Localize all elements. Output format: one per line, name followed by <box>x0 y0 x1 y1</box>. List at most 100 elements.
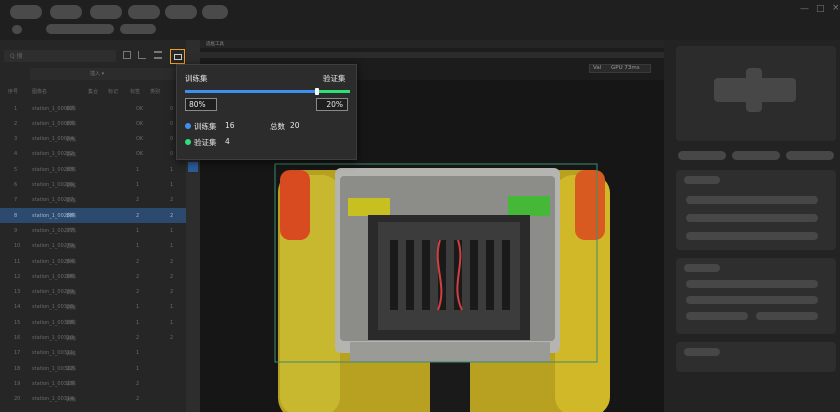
table-row[interactable]: 19 station_1_00313 训练 2 <box>0 376 186 391</box>
column-header: 序号 <box>8 89 19 95</box>
setting-row-placeholder[interactable] <box>686 312 748 320</box>
menu-placeholder[interactable] <box>50 5 82 19</box>
setting-row-placeholder[interactable] <box>686 296 818 304</box>
column-header: 标签 <box>130 89 141 95</box>
top-bar: — □ × <box>0 0 840 40</box>
table-row[interactable]: 10 station_1_00279 训练 1 1 <box>0 239 186 254</box>
table-cell-a: 1 <box>136 182 140 188</box>
table-row[interactable]: 16 station_1_00310 训练 2 2 <box>0 331 186 346</box>
table-cell-no: 16 <box>14 335 21 341</box>
table-cell-set: 训练 <box>66 151 77 158</box>
table-cell-no: 7 <box>14 197 18 204</box>
table-cell-set: 训练 <box>66 274 77 281</box>
table-cell-a: 2 <box>136 289 140 296</box>
close-icon[interactable]: × <box>832 3 840 13</box>
table-row[interactable]: 17 station_1_00311 训练 1 <box>0 346 186 361</box>
toolbar-placeholder[interactable] <box>12 25 22 34</box>
list-icon[interactable] <box>154 51 162 59</box>
setting-title-placeholder <box>684 348 720 356</box>
table-row[interactable]: 12 station_1_00286 训练 2 2 <box>0 269 186 284</box>
setting-row-placeholder[interactable] <box>756 312 818 320</box>
table-cell-set: 训练 <box>66 197 77 204</box>
maximize-icon[interactable]: □ <box>816 4 825 14</box>
table-cell-a: 1 <box>136 304 140 311</box>
table-cell-no: 8 <box>14 212 18 219</box>
canvas-toolbar-label: 选框工具 <box>206 42 224 47</box>
table-cell-b: 1 <box>170 166 174 173</box>
tool-button[interactable] <box>188 162 198 172</box>
menu-placeholder[interactable] <box>128 5 160 19</box>
table-cell-set: 训练 <box>66 121 77 128</box>
split-slider-handle[interactable] <box>315 88 319 95</box>
table-cell-a: 1 <box>136 243 140 250</box>
table-row[interactable]: 3 station_1_00084 训练 OK 0 <box>0 132 186 147</box>
table-cell-b: 1 <box>170 243 174 250</box>
total-label: 总数 <box>270 122 285 131</box>
tab-placeholder[interactable] <box>732 151 780 160</box>
table-cell-b: 0 <box>170 120 174 127</box>
table-row[interactable]: 18 station_1_00312 训练 1 <box>0 361 186 376</box>
table-cell-set: 训练 <box>66 259 77 265</box>
table-row[interactable]: 11 station_1_00284 训练 2 2 <box>0 254 186 269</box>
table-cell-b: 2 <box>170 289 174 296</box>
table-row[interactable]: 14 station_1_00306 训练 1 1 <box>0 300 186 315</box>
table-cell-a: 2 <box>136 197 140 204</box>
image-view-icon[interactable] <box>123 51 131 59</box>
table-cell-a: 2 <box>136 273 140 280</box>
setting-row-placeholder[interactable] <box>686 214 818 222</box>
table-row[interactable]: 6 station_1_00286 训练 1 1 <box>0 178 186 193</box>
column-header: 图像名 <box>32 89 48 95</box>
val-count: 4 <box>225 137 230 146</box>
train-legend-dot <box>185 123 191 129</box>
menu-placeholder[interactable] <box>10 5 42 19</box>
table-cell-no: 20 <box>14 396 21 403</box>
table-row[interactable]: 8 station_1_00288 训练 2 2 <box>0 208 186 224</box>
table-row[interactable]: 2 station_1_00083 训练 OK 0 <box>0 116 186 131</box>
table-cell-a: 2 <box>136 258 140 265</box>
setting-row-placeholder[interactable] <box>686 232 818 240</box>
table-cell-set: 训练 <box>66 106 77 112</box>
table-row[interactable]: 1 station_1_00082 训练 OK 0 <box>0 101 186 116</box>
info-label: Val <box>593 65 602 71</box>
table-cell-b: 0 <box>170 151 174 158</box>
split-slider[interactable] <box>185 88 350 95</box>
train-percent-input[interactable]: 80% <box>185 98 217 111</box>
table-cell-no: 6 <box>14 182 18 188</box>
table-cell-no: 3 <box>14 136 18 143</box>
table-row[interactable]: 4 station_1_00282 训练 OK 0 <box>0 147 186 162</box>
info-value: GPU 73ms <box>610 65 640 71</box>
dataset-split-popup: 训练集 验证集 80% 20% 训练集 16 总数 20 验证集 4 <box>176 64 357 160</box>
train-legend-label: 训练集 <box>194 122 217 131</box>
table-cell-no: 1 <box>14 105 18 112</box>
filter-icon[interactable] <box>138 51 146 59</box>
table-cell-set: 训练 <box>66 213 77 220</box>
tab-placeholder[interactable] <box>678 151 726 160</box>
toolbar-placeholder[interactable] <box>120 24 156 34</box>
val-percent-input[interactable]: 20% <box>316 98 348 111</box>
menu-placeholder[interactable] <box>202 5 228 19</box>
menu-placeholder[interactable] <box>90 5 122 19</box>
table-cell-no: 5 <box>14 166 18 173</box>
table-row[interactable]: 9 station_1_00277 训练 1 1 <box>0 223 186 238</box>
table-cell-a: 1 <box>136 166 140 173</box>
minimize-icon[interactable]: — <box>800 4 809 14</box>
preview-card <box>676 46 836 141</box>
val-legend-dot <box>185 139 191 145</box>
table-cell-no: 15 <box>14 319 21 326</box>
toolbar-placeholder[interactable] <box>46 24 114 34</box>
settings-card <box>676 258 836 334</box>
table-row[interactable]: 7 station_1_00287 训练 2 2 <box>0 193 186 208</box>
tab-placeholder[interactable] <box>786 151 834 160</box>
setting-row-placeholder[interactable] <box>686 196 818 204</box>
table-row[interactable]: 20 station_1_00314 训练 2 <box>0 392 186 407</box>
table-cell-set: 训练 <box>66 228 77 235</box>
table-row[interactable]: 13 station_1_00289 训练 2 2 <box>0 285 186 300</box>
split-dataset-button[interactable] <box>170 49 185 64</box>
setting-row-placeholder[interactable] <box>686 280 818 288</box>
table-row[interactable]: 5 station_1_00283 训练 1 1 <box>0 162 186 177</box>
menu-placeholder[interactable] <box>165 5 197 19</box>
table-row[interactable]: 15 station_1_00308 训练 1 1 <box>0 315 186 330</box>
dropdown[interactable]: 插入 ▾ <box>30 68 180 80</box>
column-header: 标记 <box>108 89 119 95</box>
search-input[interactable]: Q 搜 <box>4 50 116 62</box>
